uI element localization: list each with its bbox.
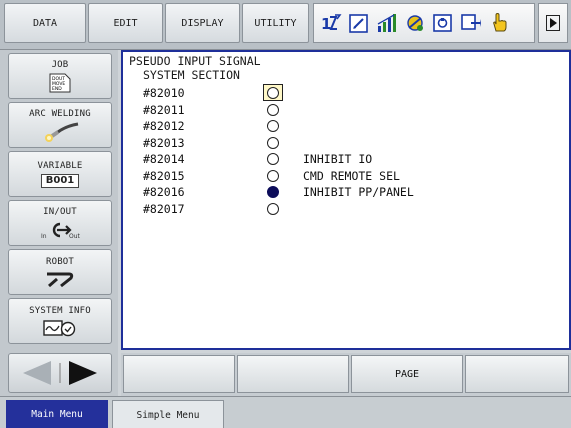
sidemenu-arc-welding-button[interactable]: ARC WELDING xyxy=(8,102,112,148)
data-menu-button[interactable]: DATA xyxy=(4,3,86,43)
system-info-icon xyxy=(43,319,76,336)
signal-number: #82017 xyxy=(143,201,185,216)
signal-number: #82010 xyxy=(143,86,185,100)
signal-off-indicator[interactable] xyxy=(267,120,279,132)
top-menu-bar: DATA EDIT DISPLAY UTILITY 1 xyxy=(0,0,571,50)
display-menu-button[interactable]: DISPLAY xyxy=(165,3,240,43)
signal-row[interactable]: #82012 xyxy=(143,119,563,135)
signal-row[interactable]: #82013 xyxy=(143,136,563,152)
status-icon-strip: 1 xyxy=(313,3,535,43)
signal-off-indicator[interactable] xyxy=(267,103,279,116)
arc-status-icon[interactable] xyxy=(404,12,426,34)
signal-row[interactable]: #82010 xyxy=(143,84,563,102)
signal-row[interactable]: #82016 INHIBIT PP/PANEL xyxy=(143,185,563,201)
main-content-panel: PSEUDO INPUT SIGNAL SYSTEM SECTION #8201… xyxy=(121,50,571,350)
hand-pointer-icon[interactable] xyxy=(488,12,510,34)
signal-number: #82016 xyxy=(143,185,185,199)
signal-off-indicator[interactable] xyxy=(267,153,279,165)
signal-number: #82014 xyxy=(143,152,185,166)
arrow-right-icon[interactable] xyxy=(65,357,105,389)
tab-main-menu[interactable]: Main Menu xyxy=(6,400,108,428)
teach-mode-icon[interactable] xyxy=(432,12,454,34)
job-label: JOB xyxy=(51,59,69,70)
function-key-1[interactable] xyxy=(123,355,235,393)
function-key-bar: PAGE xyxy=(121,353,571,396)
signal-off-indicator[interactable] xyxy=(267,169,279,182)
signal-off-indicator[interactable] xyxy=(267,202,279,215)
axis-12-icon[interactable]: 1 xyxy=(320,12,342,34)
signal-number: #82012 xyxy=(143,119,185,133)
arrow-separator-icon xyxy=(59,363,61,383)
signal-description: INHIBIT PP/PANEL xyxy=(303,185,414,199)
svg-text:1: 1 xyxy=(321,15,331,33)
signal-row[interactable]: #82017 xyxy=(143,202,563,218)
signal-number: #82013 xyxy=(143,135,185,150)
tab-bar: Main Menu Simple Menu xyxy=(0,396,571,428)
side-menu: JOB DOUT MOVE END ARC WELDING VARIABLE B00… xyxy=(0,50,118,396)
robot-arm-icon xyxy=(47,272,74,287)
sidemenu-job-button[interactable]: JOB DOUT MOVE END xyxy=(8,53,112,99)
edit-menu-button[interactable]: EDIT xyxy=(88,3,163,43)
play-mode-icon[interactable] xyxy=(460,12,482,34)
signal-row[interactable]: #82015 CMD REMOTE SEL xyxy=(143,169,563,185)
tab-simple-menu[interactable]: Simple Menu xyxy=(112,400,224,428)
signal-number: #82015 xyxy=(143,168,185,183)
variable-badge: B001 xyxy=(40,173,80,188)
robot-label: ROBOT xyxy=(45,256,75,267)
sidemenu-in-out-button[interactable]: IN/OUT In Out xyxy=(8,200,112,246)
page-title: PSEUDO INPUT SIGNAL xyxy=(129,54,261,68)
system-info-label: SYSTEM INFO xyxy=(29,305,91,316)
signal-description: CMD REMOTE SEL xyxy=(303,168,400,183)
svg-text:END: END xyxy=(52,86,62,92)
signal-on-indicator[interactable] xyxy=(267,186,279,198)
function-key-2[interactable] xyxy=(237,355,349,393)
sidemenu-system-info-button[interactable]: SYSTEM INFO xyxy=(8,298,112,344)
page-button[interactable]: PAGE xyxy=(351,355,463,393)
variable-label: VARIABLE xyxy=(37,160,83,171)
signal-row[interactable]: #82014 INHIBIT IO xyxy=(143,152,563,168)
signal-off-indicator[interactable] xyxy=(267,87,279,99)
signal-number: #82011 xyxy=(143,102,185,117)
arc-welding-label: ARC WELDING xyxy=(29,108,91,119)
job-document-icon: DOUTMOVEEND xyxy=(49,73,71,92)
section-title: SYSTEM SECTION xyxy=(143,68,240,82)
in-out-label: IN/OUT xyxy=(43,206,77,217)
signal-description: INHIBIT IO xyxy=(303,152,373,166)
welding-torch-icon xyxy=(45,122,79,142)
signal-row[interactable]: #82011 xyxy=(143,103,563,119)
sidemenu-page-arrows xyxy=(8,353,112,393)
sidemenu-robot-button[interactable]: ROBOT xyxy=(8,249,112,295)
edit-lock-icon[interactable] xyxy=(348,12,370,34)
function-key-4[interactable] xyxy=(465,355,569,393)
svg-text:In: In xyxy=(41,233,47,240)
sidemenu-variable-button[interactable]: VARIABLE B001 xyxy=(8,151,112,197)
signal-off-indicator[interactable] xyxy=(267,136,279,149)
arrow-left-icon[interactable] xyxy=(15,357,55,389)
utility-menu-button[interactable]: UTILITY xyxy=(242,3,309,43)
in-out-icon: In Out xyxy=(41,222,80,240)
signal-bars-icon[interactable] xyxy=(376,12,398,34)
svg-text:Out: Out xyxy=(69,233,80,240)
play-triangle-icon[interactable] xyxy=(538,3,568,43)
